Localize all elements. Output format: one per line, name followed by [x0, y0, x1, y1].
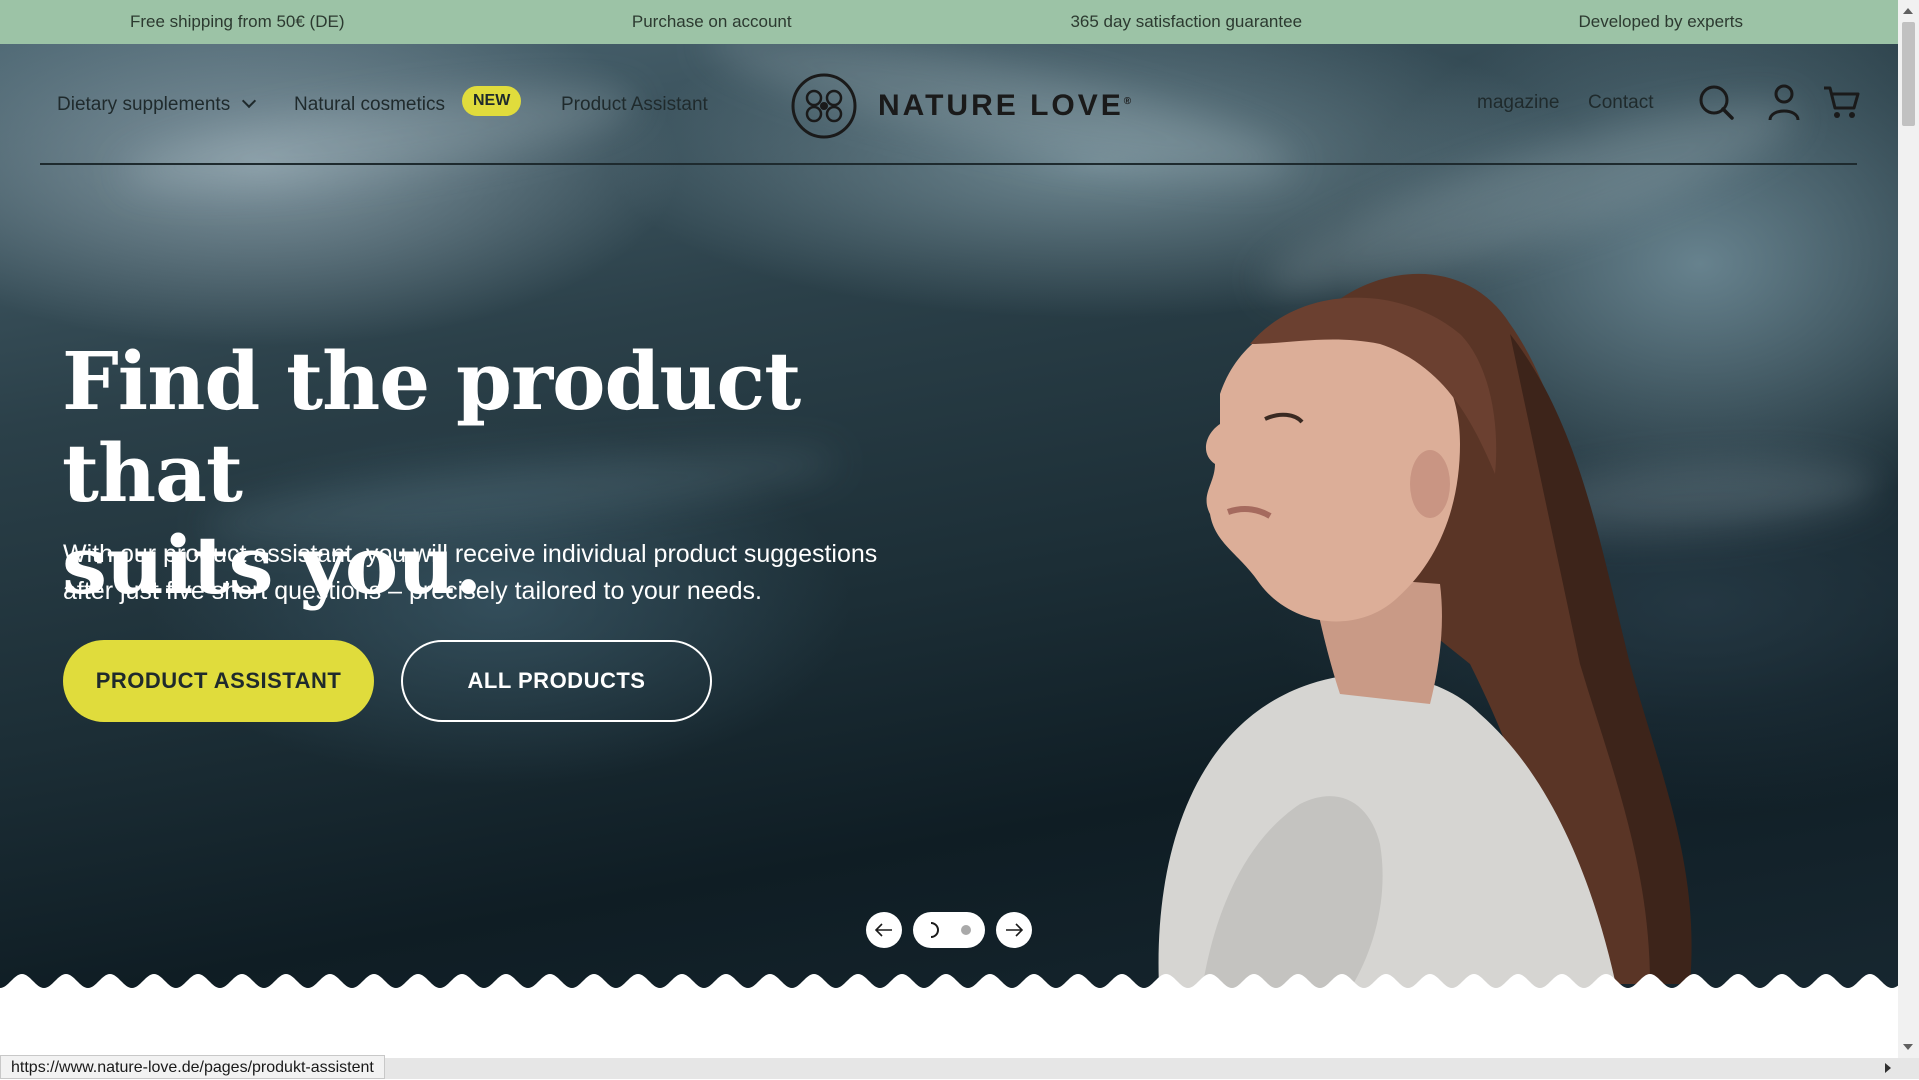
wave-divider: [0, 974, 1898, 1004]
announcement-guarantee: 365 day satisfaction guarantee: [1070, 12, 1303, 31]
slider-next-button[interactable]: [996, 912, 1032, 948]
scroll-up-icon[interactable]: [1903, 8, 1913, 14]
announcement-purchase-on-account: Purchase on account: [631, 12, 792, 31]
logo-wordmark: NATURE LOVE®: [878, 89, 1134, 123]
slider-pagination: [913, 912, 985, 948]
main-navigation: Dietary supplements Natural cosmetics NE…: [0, 44, 1898, 166]
arrow-right-icon: [1006, 923, 1023, 937]
search-icon[interactable]: [1696, 82, 1736, 122]
slide-progress-indicator[interactable]: [930, 922, 939, 938]
scrollbar-thumb[interactable]: [1902, 22, 1915, 126]
nav-divider: [40, 163, 1857, 165]
all-products-button[interactable]: ALL PRODUCTS: [401, 640, 712, 722]
scroll-right-icon[interactable]: [1885, 1063, 1891, 1073]
cart-icon[interactable]: [1822, 82, 1862, 122]
hero-headline-line1: Find the product that: [62, 334, 801, 520]
user-icon[interactable]: [1764, 82, 1804, 122]
announcement-experts: Developed by experts: [1578, 12, 1743, 31]
announcement-bar: Free shipping from 50€ (DE) Purchase on …: [0, 0, 1898, 44]
status-bar-url: https://www.nature-love.de/pages/produkt…: [0, 1055, 385, 1079]
new-badge: NEW: [462, 86, 522, 116]
nav-product-assistant[interactable]: Product Assistant: [561, 94, 708, 116]
announcement-free-shipping: Free shipping from 50€ (DE): [130, 12, 345, 31]
nav-dietary-supplements[interactable]: Dietary supplements: [57, 93, 257, 116]
hero-subtext: With our product assistant, you will rec…: [63, 540, 878, 605]
scroll-down-icon[interactable]: [1903, 1044, 1913, 1050]
site-logo[interactable]: NATURE LOVE®: [790, 72, 1134, 140]
logo-registered-mark: ®: [1123, 96, 1135, 107]
vertical-scrollbar[interactable]: [1898, 0, 1919, 1058]
chevron-down-icon: [242, 93, 257, 109]
slider-prev-button[interactable]: [866, 912, 902, 948]
logo-text: NATURE LOVE: [878, 89, 1124, 122]
product-assistant-button[interactable]: PRODUCT ASSISTANT: [63, 640, 374, 722]
nav-contact[interactable]: Contact: [1588, 92, 1653, 114]
slide-dot[interactable]: [961, 925, 971, 935]
logo-emblem-icon: [791, 73, 857, 139]
nav-magazine[interactable]: magazine: [1477, 92, 1559, 114]
nav-dietary-supplements-label: Dietary supplements: [57, 94, 231, 115]
nav-natural-cosmetics[interactable]: Natural cosmetics: [294, 94, 445, 116]
hero-woman-image: [1158, 273, 1692, 994]
arrow-left-icon: [875, 923, 892, 937]
